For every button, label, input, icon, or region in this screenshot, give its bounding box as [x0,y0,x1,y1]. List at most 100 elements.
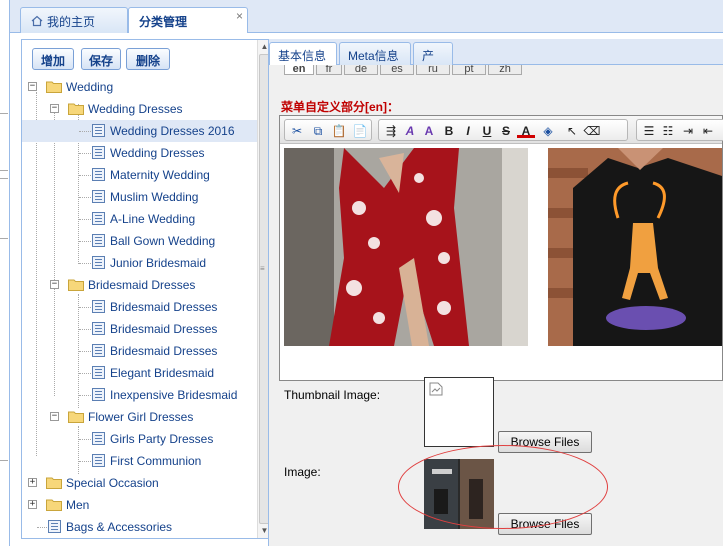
tree-node-bridesmaid-dresses-2[interactable]: Bridesmaid Dresses [22,318,257,340]
lang-tab-de[interactable]: de [344,65,378,75]
tree-node-label: First Communion [110,454,202,468]
tree-node-bridesmaid-dresses-3[interactable]: Bridesmaid Dresses [22,340,257,362]
tree-node-maternity-wedding[interactable]: Maternity Wedding [22,164,257,186]
paste-icon[interactable]: 📋 [330,122,348,140]
text-color-icon[interactable]: A [517,122,535,138]
tree-node-junior-bridesmaid[interactable]: Junior Bridesmaid [22,252,257,274]
tree-guide-line [79,241,91,242]
tree-node-ball-gown-wedding[interactable]: Ball Gown Wedding [22,230,257,252]
align-left-icon[interactable]: ☰ [640,122,658,140]
save-button[interactable]: 保存 [81,48,121,70]
collapse-icon[interactable]: − [50,280,59,289]
outdent-icon[interactable]: ⇤ [699,122,717,140]
format-block-icon[interactable]: ⇶ [382,122,400,140]
folder-icon [68,411,84,423]
tree-node-men[interactable]: + Men [22,494,257,516]
collapse-icon[interactable]: − [50,104,59,113]
lang-tab-en[interactable]: en [284,65,314,75]
tab-home[interactable]: 我的主页 [20,7,128,33]
expand-icon[interactable]: + [28,500,37,509]
tree-node-label: Elegant Bridesmaid [110,366,215,380]
tab-products[interactable]: 产品 [413,42,453,80]
tab-home-label: 我的主页 [47,15,96,29]
tree-guide-line [79,263,91,264]
bold-icon[interactable]: B [440,122,458,140]
tree-node-wedding-dresses-2016[interactable]: Wedding Dresses 2016 [22,120,257,142]
tree-node-bridesmaid-dresses[interactable]: − Bridesmaid Dresses [22,274,257,296]
product-photo-red-floral-dress [284,148,528,346]
page-icon [92,454,105,467]
tree-node-elegant-bridesmaid[interactable]: Elegant Bridesmaid [22,362,257,384]
lang-tab-zh[interactable]: zh [488,65,522,75]
collapse-icon[interactable]: − [28,82,37,91]
category-tree-panel: 增加 保存 删除 − Wedding − Wedding Dresses Wed… [21,39,272,539]
page-icon [92,432,105,445]
tree-node-label: Ball Gown Wedding [110,234,216,248]
highlight-color-icon[interactable]: ◈ [539,122,557,140]
page-icon [92,388,105,401]
page-icon [92,146,105,159]
indent-icon[interactable]: ⇥ [679,122,697,140]
tree-node-flower-girl-dresses[interactable]: − Flower Girl Dresses [22,406,257,428]
tree-node-wedding-dresses-b[interactable]: Wedding Dresses [22,142,257,164]
tree-node-wedding[interactable]: − Wedding [22,76,257,98]
thumbnail-image-label: Thumbnail Image: [284,388,381,402]
tree-guide-line [79,351,91,352]
tree-node-a-line-wedding[interactable]: A-Line Wedding [22,208,257,230]
folder-icon [46,81,62,93]
folder-icon [46,499,62,511]
add-button[interactable]: 增加 [32,48,74,70]
italic-icon[interactable]: I [459,122,477,140]
basic-info-content: en fr de es ru pt zh 菜单自定义部分[en]： ✂ ⧉ 📋 … [269,65,723,546]
tree-node-special-occasion[interactable]: + Special Occasion [22,472,257,494]
lang-tab-es[interactable]: es [380,65,414,75]
cut-icon[interactable]: ✂ [288,122,306,140]
thumbnail-image-preview [424,377,494,447]
page-icon [48,520,61,533]
tree-node-label: Men [66,498,90,512]
language-tabs: en fr de es ru pt zh [279,65,723,77]
font-family-icon[interactable]: A [401,122,419,140]
frame-mark [0,238,8,239]
close-icon[interactable]: × [236,9,243,23]
tree-node-first-communion[interactable]: First Communion [22,450,257,472]
tree-guide-line [79,439,91,440]
frame-mark [0,460,8,461]
tree-guide-line [37,527,47,528]
tree-node-bridesmaid-dresses-1[interactable]: Bridesmaid Dresses [22,296,257,318]
lang-tab-ru[interactable]: ru [416,65,450,75]
strikethrough-icon[interactable]: S [497,122,515,140]
select-cursor-icon[interactable]: ↖ [563,122,581,140]
tab-basic-info[interactable]: 基本信息 [269,42,337,66]
lang-tab-fr[interactable]: fr [316,65,342,75]
tree-node-bags-accessories[interactable]: Bags & Accessories [22,516,257,538]
tree-node-label: Wedding Dresses [88,102,183,116]
tree-node-inexpensive-bridesmaid[interactable]: Inexpensive Bridesmaid [22,384,257,406]
delete-button[interactable]: 删除 [126,48,170,70]
copy-icon[interactable]: ⧉ [309,122,327,140]
tree-node-wedding-dresses[interactable]: − Wedding Dresses [22,98,257,120]
list-icon[interactable]: ☷ [659,122,677,140]
tree-node-label: Junior Bridesmaid [110,256,207,270]
lang-tab-pt[interactable]: pt [452,65,486,75]
paste-text-icon[interactable]: 📄 [351,122,369,140]
page-icon [92,190,105,203]
clipboard-group: ✂ ⧉ 📋 📄 [284,119,372,141]
detail-tab-bar: 基本信息 Meta信息 产品 [269,39,723,80]
folder-icon [68,103,84,115]
font-size-icon[interactable]: A [420,122,438,140]
tree-toolbar: 增加 保存 删除 [22,40,257,76]
tree-guide-line [79,373,91,374]
tree-node-muslim-wedding[interactable]: Muslim Wedding [22,186,257,208]
tab-meta-info[interactable]: Meta信息 [339,42,411,65]
tab-category-management[interactable]: 分类管理 × [128,7,248,34]
expand-icon[interactable]: + [28,478,37,487]
paragraph-group: ☰ ☷ ⇥ ⇤ [636,119,723,141]
eraser-icon[interactable]: ⌫ [583,122,601,140]
tree-guide-line [79,329,91,330]
editor-body[interactable] [284,148,722,376]
tab-category-label: 分类管理 [139,15,188,29]
collapse-icon[interactable]: − [50,412,59,421]
tree-node-girls-party-dresses[interactable]: Girls Party Dresses [22,428,257,450]
underline-icon[interactable]: U [478,122,496,140]
